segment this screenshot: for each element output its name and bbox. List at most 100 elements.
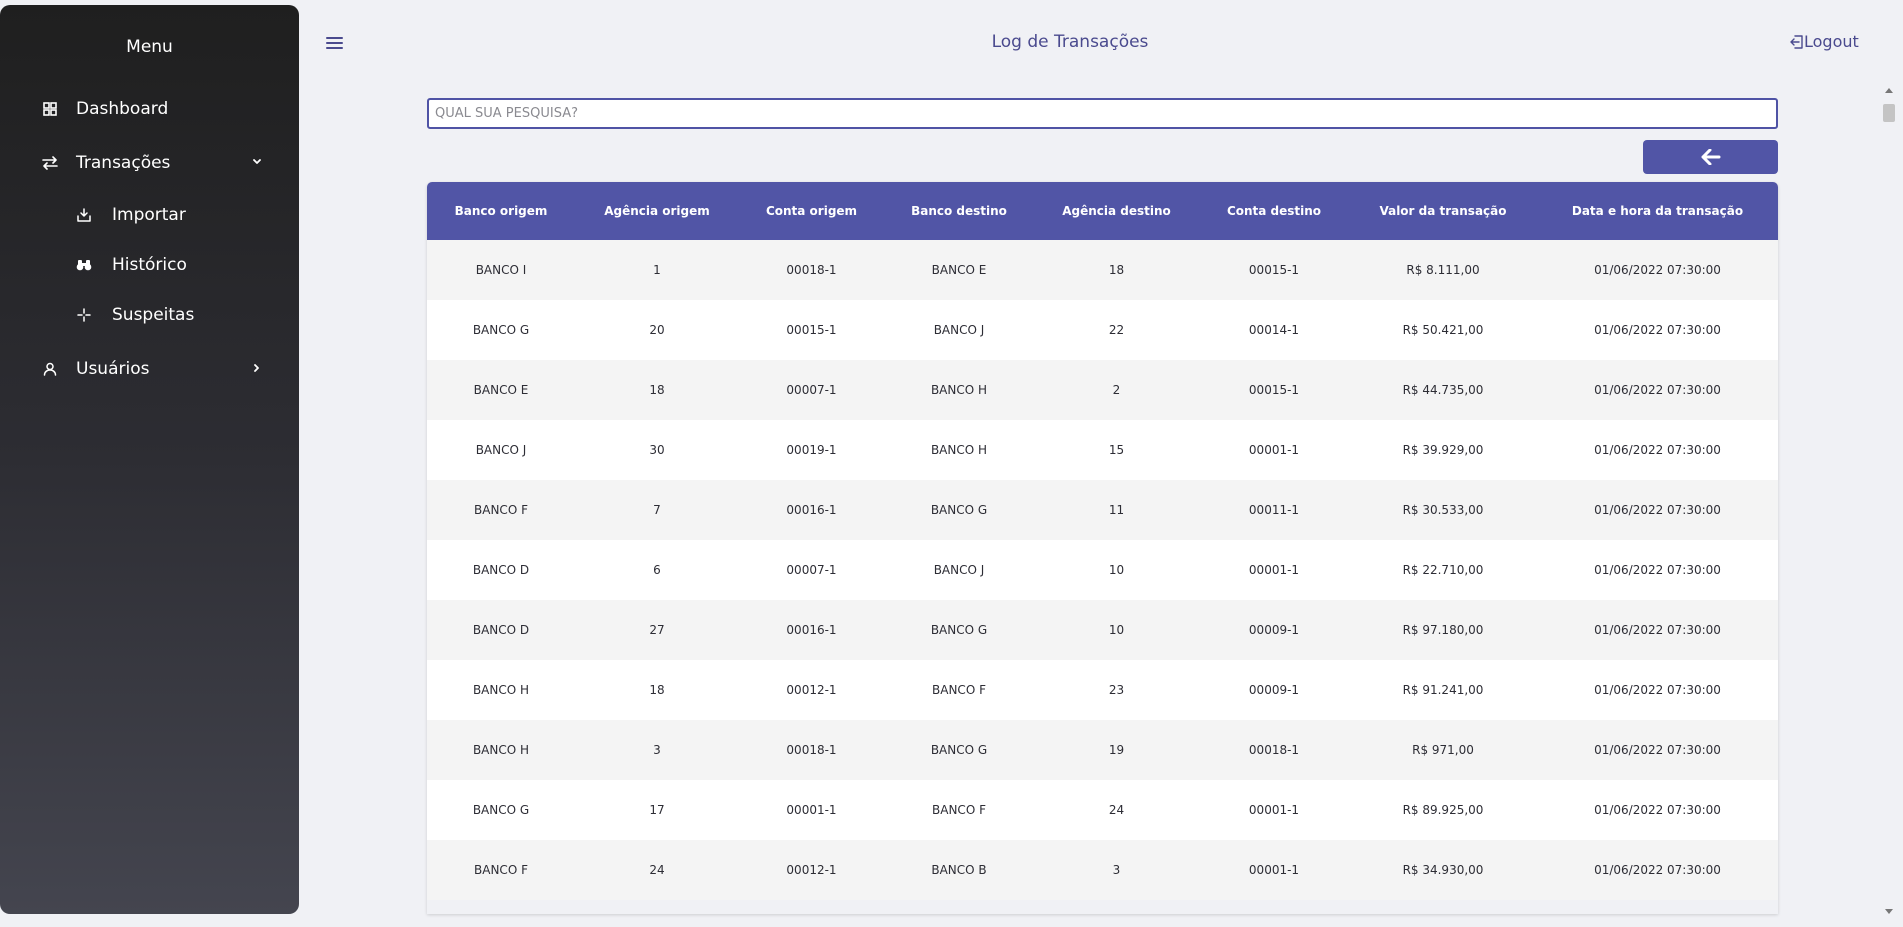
table-cell: 01/06/2022 07:30:00 xyxy=(1594,323,1721,337)
table-cell: 11 xyxy=(1108,503,1125,517)
chevron-down-icon xyxy=(249,154,265,170)
arrow-left-icon xyxy=(1701,149,1721,165)
column-header[interactable]: Agência destino xyxy=(1034,182,1199,240)
table-cell: 01/06/2022 07:30:00 xyxy=(1594,443,1721,457)
column-header[interactable]: Banco destino xyxy=(884,182,1034,240)
table-cell: 00012-1 xyxy=(786,863,837,877)
table-row[interactable]: BANCO H 3 00018-1 BANCO G 19 00018-1 R$ 971,00… xyxy=(427,720,1778,780)
table-cell: R$ 22.710,00 xyxy=(1402,563,1484,577)
table-row[interactable]: BANCO F 24 00012-1 BANCO B 3 00001-1 R$ 34.930… xyxy=(427,840,1778,900)
table-cell: R$ 91.241,00 xyxy=(1402,683,1484,697)
table-cell: 3 xyxy=(653,743,661,757)
sidebar-item-label: Transações xyxy=(76,153,171,173)
table-row[interactable]: BANCO J 30 00019-1 BANCO H 15 00001-1 R$ 39.92… xyxy=(427,420,1778,480)
table-cell: 23 xyxy=(1108,683,1125,697)
table-cell: 01/06/2022 07:30:00 xyxy=(1594,503,1721,517)
crosshair-icon xyxy=(76,307,92,323)
sidebar-item-suspeitas[interactable]: Suspeitas xyxy=(0,297,299,333)
table-cell: 18 xyxy=(1108,263,1125,277)
column-header[interactable]: Valor da transação xyxy=(1349,182,1537,240)
table-cell: 00016-1 xyxy=(786,623,837,637)
table-cell: R$ 30.533,00 xyxy=(1402,503,1484,517)
user-icon xyxy=(42,361,58,377)
column-header[interactable]: Banco origem xyxy=(427,182,575,240)
table-cell: 15 xyxy=(1108,443,1125,457)
table-row[interactable]: BANCO E 18 00007-1 BANCO H 2 00015-1 R$ 44.735… xyxy=(427,360,1778,420)
chevron-right-icon xyxy=(249,360,265,376)
hamburger-menu-icon[interactable] xyxy=(324,32,346,54)
table-cell: 24 xyxy=(1108,803,1125,817)
transactions-table: Banco origem Agência origem Conta origem… xyxy=(427,182,1778,900)
table-row[interactable]: BANCO D 6 00007-1 BANCO J 10 00001-1 R$ 22.710… xyxy=(427,540,1778,600)
table-row[interactable]: BANCO G 17 00001-1 BANCO F 24 00001-1 R$ 89.92… xyxy=(427,780,1778,840)
table-row[interactable]: BANCO D 27 00016-1 BANCO G 10 00009-1 R$ 97.18… xyxy=(427,600,1778,660)
import-icon xyxy=(76,207,92,223)
table-cell: BANCO G xyxy=(930,743,988,757)
grid-icon xyxy=(42,101,58,117)
table-cell: 00001-1 xyxy=(1248,803,1300,817)
table-cell: 00015-1 xyxy=(1248,263,1300,277)
table-cell: BANCO H xyxy=(930,443,988,457)
table-cell: BANCO E xyxy=(931,263,987,277)
logout-icon xyxy=(1790,34,1804,50)
table-cell: R$ 97.180,00 xyxy=(1402,623,1484,637)
table-cell: BANCO G xyxy=(930,503,988,517)
logout-button[interactable]: Logout xyxy=(1790,32,1859,51)
back-button[interactable] xyxy=(1643,140,1778,174)
table-cell: 24 xyxy=(649,863,665,877)
column-header[interactable]: Conta destino xyxy=(1199,182,1349,240)
sidebar-item-usuarios[interactable]: Usuários xyxy=(0,351,299,387)
table-cell: 00009-1 xyxy=(1248,623,1300,637)
table-cell: BANCO J xyxy=(475,443,527,457)
table-row[interactable]: BANCO I 1 00018-1 BANCO E 18 00015-1 R$ 8.111,… xyxy=(427,240,1778,300)
table-cell: 00011-1 xyxy=(1248,503,1300,517)
table-cell: BANCO D xyxy=(472,623,530,637)
table-cell: 01/06/2022 07:30:00 xyxy=(1594,263,1721,277)
table-cell: 00018-1 xyxy=(786,263,837,277)
sidebar-item-label: Importar xyxy=(112,205,186,225)
sidebar-item-transacoes[interactable]: Transações xyxy=(0,145,299,181)
column-header[interactable]: Conta origem xyxy=(739,182,884,240)
page-scrollbar[interactable] xyxy=(1880,88,1898,914)
sidebar-item-historico[interactable]: Histórico xyxy=(0,247,299,283)
table-cell: 00016-1 xyxy=(786,503,837,517)
table-row[interactable]: BANCO G 20 00015-1 BANCO J 22 00014-1 R$ 50.42… xyxy=(427,300,1778,360)
table-cell: BANCO F xyxy=(474,503,528,517)
table-cell: 00019-1 xyxy=(786,443,837,457)
table-cell: BANCO G xyxy=(472,803,530,817)
sidebar-item-importar[interactable]: Importar xyxy=(0,197,299,233)
table-cell: R$ 44.735,00 xyxy=(1402,383,1484,397)
search-input[interactable] xyxy=(427,98,1778,129)
column-header[interactable]: Data e hora da transação xyxy=(1537,182,1778,240)
table-cell: BANCO H xyxy=(472,743,530,757)
table-cell: 22 xyxy=(1108,323,1125,337)
scrollbar-thumb[interactable] xyxy=(1883,104,1895,122)
table-row[interactable]: BANCO H 18 00012-1 BANCO F 23 00009-1 R$ 91.24… xyxy=(427,660,1778,720)
table-cell: 00001-1 xyxy=(786,803,837,817)
table-cell: 30 xyxy=(649,443,665,457)
table-row[interactable]: BANCO F 7 00016-1 BANCO G 11 00011-1 R$ 30.533… xyxy=(427,480,1778,540)
table-cell: 18 xyxy=(649,683,665,697)
table-cell: 27 xyxy=(649,623,665,637)
table-cell: BANCO F xyxy=(932,803,986,817)
table-cell: 19 xyxy=(1108,743,1125,757)
scroll-up-arrow-icon[interactable] xyxy=(1885,88,1893,93)
table-cell: 00001-1 xyxy=(1248,443,1300,457)
table-cell: 1 xyxy=(653,263,661,277)
column-header[interactable]: Agência origem xyxy=(575,182,739,240)
table-cell: 01/06/2022 07:30:00 xyxy=(1594,803,1721,817)
table-cell: BANCO G xyxy=(930,623,988,637)
table-cell: BANCO G xyxy=(472,323,530,337)
table-cell: 01/06/2022 07:30:00 xyxy=(1594,683,1721,697)
table-cell: 00018-1 xyxy=(1248,743,1300,757)
arrows-swap-icon xyxy=(42,155,58,171)
table-cell: 17 xyxy=(649,803,665,817)
table-cell: 01/06/2022 07:30:00 xyxy=(1594,563,1721,577)
table-cell: 7 xyxy=(653,503,661,517)
scroll-down-arrow-icon[interactable] xyxy=(1885,909,1893,914)
table-cell: 00007-1 xyxy=(786,383,837,397)
table-cell: 00012-1 xyxy=(786,683,837,697)
table-cell: 01/06/2022 07:30:00 xyxy=(1594,383,1721,397)
sidebar-item-dashboard[interactable]: Dashboard xyxy=(0,91,299,127)
table-cell: 10 xyxy=(1108,563,1125,577)
